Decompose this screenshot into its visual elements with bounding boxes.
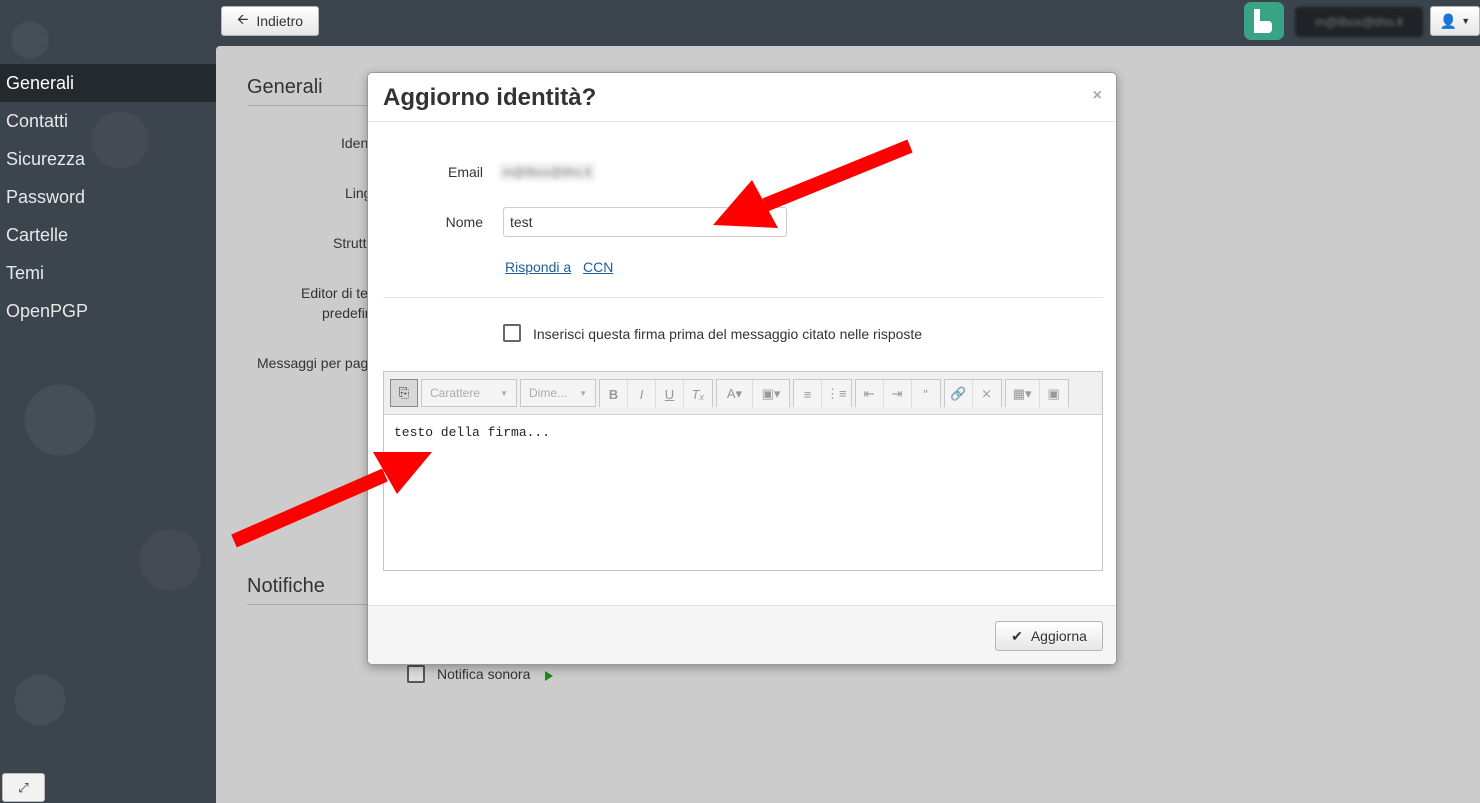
bold-button[interactable]: B: [600, 380, 628, 408]
sound-notification-checkbox[interactable]: [407, 665, 425, 683]
email-value: m@ilbox@tiho.it: [499, 163, 595, 181]
signature-before-quote-checkbox[interactable]: [503, 324, 521, 342]
image-button[interactable]: ▣: [1039, 380, 1068, 408]
numbered-list-button[interactable]: ≡: [794, 380, 822, 408]
bcc-link[interactable]: CCN: [583, 259, 613, 275]
chevron-down-icon: ▼: [1461, 16, 1471, 26]
bg-label-structure: Strutt: [333, 235, 367, 251]
compress-icon: ⤢: [18, 779, 29, 795]
insert-group: ▦▾ ▣: [1004, 379, 1069, 408]
modal-footer: ✔ Aggiorna: [368, 605, 1116, 664]
name-input[interactable]: [503, 207, 787, 237]
back-button-label: Indietro: [256, 13, 304, 29]
format-group: B I U Tₓ: [599, 379, 713, 408]
chevron-down-icon: ▼: [500, 388, 508, 398]
user-menu-button[interactable]: 👤 ▼: [1430, 6, 1480, 36]
reply-to-link[interactable]: Rispondi a: [505, 259, 571, 275]
signature-editor-body[interactable]: testo della firma...: [384, 415, 1102, 450]
bg-label-identity: Iden: [341, 135, 369, 151]
sound-notification-label: Notifica sonora: [437, 666, 531, 682]
chevron-down-icon: ▼: [579, 388, 587, 398]
list-group: ≡ ⋮≡: [793, 379, 852, 408]
sidebar-item-password[interactable]: Password: [0, 178, 216, 216]
unlink-icon: ⨯: [981, 386, 993, 401]
topbar: [216, 0, 1480, 46]
divider: [383, 297, 1103, 298]
collapse-sidebar-button[interactable]: ⤢: [2, 773, 45, 802]
bg-label-default: predefin: [322, 305, 373, 321]
user-email: m@ilbox@tiho.it: [1295, 7, 1423, 37]
update-button-label: Aggiorna: [1030, 628, 1087, 644]
bg-color-icon: ▣▾: [761, 386, 781, 401]
email-label: Email: [447, 164, 483, 180]
modal-header: Aggiorno identità? ×: [368, 73, 1116, 122]
italic-icon: I: [639, 386, 644, 402]
size-select-label: Dime...: [529, 386, 568, 400]
sidebar-item-temi[interactable]: Temi: [0, 254, 216, 292]
table-icon: ▦▾: [1012, 386, 1032, 401]
quote-icon: ”: [923, 386, 928, 402]
sidebar: Generali Contatti Sicurezza Password Car…: [0, 64, 216, 330]
bg-label-editor: Editor di te: [301, 285, 368, 301]
underline-icon: U: [664, 386, 675, 402]
remove-format-button[interactable]: Tₓ: [684, 380, 712, 408]
font-select-label: Carattere: [430, 386, 481, 400]
italic-button[interactable]: I: [628, 380, 656, 408]
identity-modal: Aggiorno identità? × Email m@ilbox@tiho.…: [367, 72, 1117, 665]
blockquote-button[interactable]: ”: [911, 380, 940, 408]
close-icon[interactable]: ×: [1093, 87, 1102, 105]
app-logo[interactable]: [1244, 2, 1284, 40]
text-color-button[interactable]: A▾: [717, 380, 753, 408]
signature-editor: ⎘ Carattere ▼ Dime... ▼ B I U Tₓ A▾ ▣▾ ≡: [383, 371, 1103, 571]
underline-button[interactable]: U: [656, 380, 684, 408]
sidebar-item-openpgp[interactable]: OpenPGP: [0, 292, 216, 330]
link-button[interactable]: 🔗: [944, 380, 973, 408]
font-select[interactable]: Carattere ▼: [421, 379, 517, 407]
sidebar-item-cartelle[interactable]: Cartelle: [0, 216, 216, 254]
editor-toolbar: ⎘ Carattere ▼ Dime... ▼ B I U Tₓ A▾ ▣▾ ≡: [384, 372, 1102, 415]
text-color-icon: A▾: [726, 386, 743, 401]
indent-group: ⇤ ⇥ ”: [854, 379, 941, 408]
play-icon[interactable]: [545, 671, 553, 681]
modal-title: Aggiorno identità?: [383, 84, 597, 111]
source-icon: ⎘: [398, 385, 410, 400]
link-group: 🔗 ⨯: [943, 379, 1002, 408]
sidebar-item-sicurezza[interactable]: Sicurezza: [0, 140, 216, 178]
unlink-button[interactable]: ⨯: [972, 380, 1001, 408]
update-button[interactable]: ✔ Aggiorna: [995, 621, 1103, 651]
indent-icon: ⇥: [891, 386, 903, 401]
indent-button[interactable]: ⇥: [883, 380, 912, 408]
size-select[interactable]: Dime... ▼: [520, 379, 596, 407]
table-button[interactable]: ▦▾: [1005, 380, 1040, 408]
outdent-button[interactable]: ⇤: [855, 380, 884, 408]
signature-before-quote-label: Inserisci questa firma prima del messagg…: [533, 326, 923, 342]
numbered-list-icon: ≡: [803, 386, 812, 402]
color-group: A▾ ▣▾: [716, 379, 790, 408]
image-icon: ▣: [1047, 386, 1060, 401]
bulleted-list-button[interactable]: ⋮≡: [822, 380, 851, 408]
name-label: Nome: [445, 214, 483, 230]
arrow-left-icon: 🡨: [236, 11, 249, 27]
remove-format-icon: Tₓ: [691, 386, 705, 402]
check-icon: ✔: [1011, 627, 1023, 644]
bg-color-button[interactable]: ▣▾: [753, 380, 789, 408]
bulleted-list-icon: ⋮≡: [826, 386, 847, 401]
bold-icon: B: [608, 386, 619, 402]
sidebar-item-generali[interactable]: Generali: [0, 64, 216, 102]
outdent-icon: ⇤: [863, 386, 875, 401]
link-icon: 🔗: [950, 386, 967, 401]
back-button[interactable]: 🡨 Indietro: [221, 6, 319, 36]
sidebar-item-contatti[interactable]: Contatti: [0, 102, 216, 140]
user-icon: 👤: [1439, 12, 1458, 29]
bg-label-messages: Messaggi per pag: [257, 355, 369, 371]
source-toggle-button[interactable]: ⎘: [390, 379, 418, 407]
